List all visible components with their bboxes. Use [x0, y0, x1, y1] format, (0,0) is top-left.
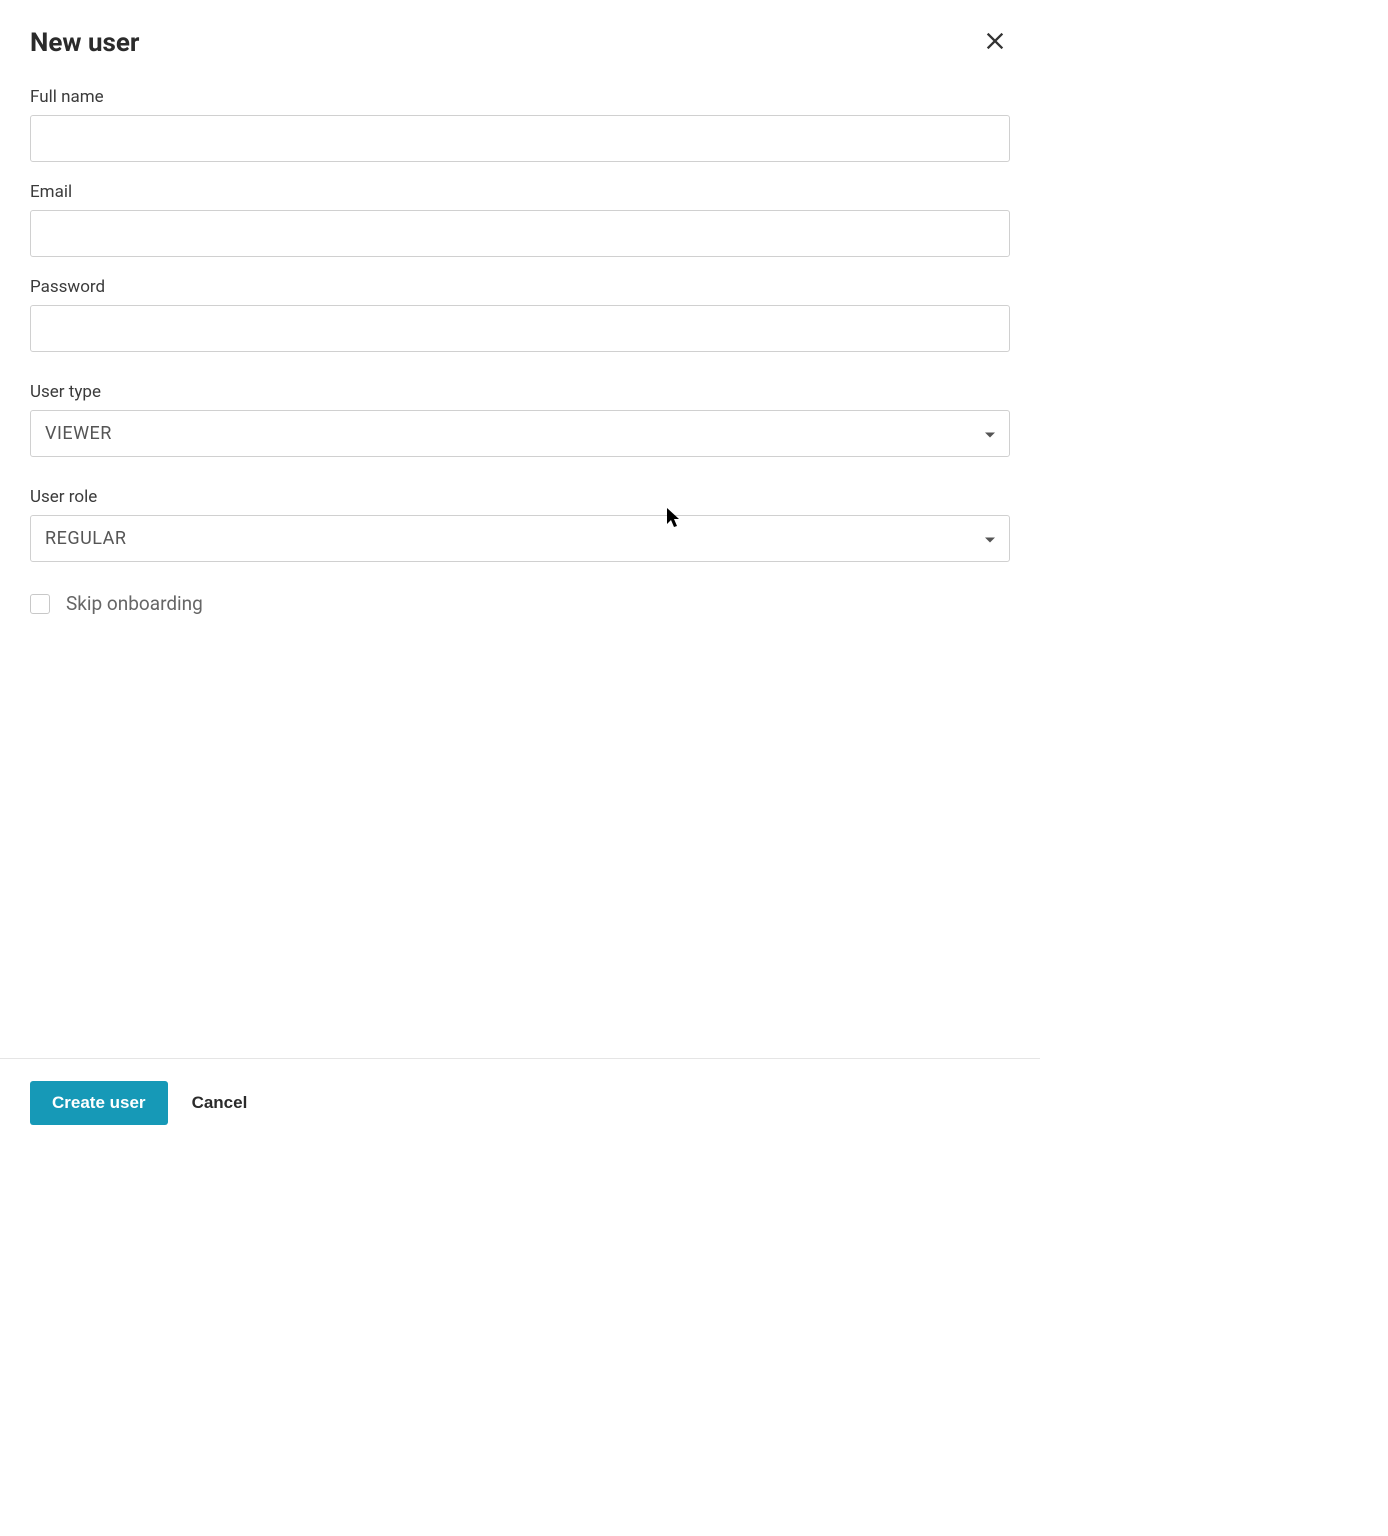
full-name-label: Full name [30, 87, 1010, 107]
user-type-label: User type [30, 382, 1010, 402]
form-group-email: Email [30, 182, 1010, 257]
user-type-select-wrapper: VIEWER [30, 410, 1010, 457]
form-group-user-type: User type VIEWER [30, 382, 1010, 457]
close-icon [984, 30, 1006, 55]
email-input[interactable] [30, 210, 1010, 257]
full-name-input[interactable] [30, 115, 1010, 162]
form-group-password: Password [30, 277, 1010, 352]
dialog-header: New user [30, 26, 1010, 59]
user-type-select[interactable]: VIEWER [30, 410, 1010, 457]
close-button[interactable] [980, 26, 1010, 59]
dialog-footer: Create user Cancel [0, 1058, 1040, 1147]
password-label: Password [30, 277, 1010, 297]
user-role-select[interactable]: REGULAR [30, 515, 1010, 562]
email-label: Email [30, 182, 1010, 202]
dialog-title: New user [30, 28, 139, 58]
user-type-value: VIEWER [45, 423, 112, 444]
user-role-value: REGULAR [45, 528, 126, 549]
user-role-select-wrapper: REGULAR [30, 515, 1010, 562]
password-input[interactable] [30, 305, 1010, 352]
new-user-dialog: New user Full name Email Password User t… [0, 0, 1040, 615]
create-user-button[interactable]: Create user [30, 1081, 168, 1125]
form-group-full-name: Full name [30, 87, 1010, 162]
form-group-user-role: User role REGULAR [30, 487, 1010, 562]
user-role-label: User role [30, 487, 1010, 507]
skip-onboarding-checkbox[interactable] [30, 594, 50, 614]
cancel-button[interactable]: Cancel [192, 1093, 248, 1113]
skip-onboarding-row: Skip onboarding [30, 592, 1010, 615]
skip-onboarding-label[interactable]: Skip onboarding [66, 592, 203, 615]
